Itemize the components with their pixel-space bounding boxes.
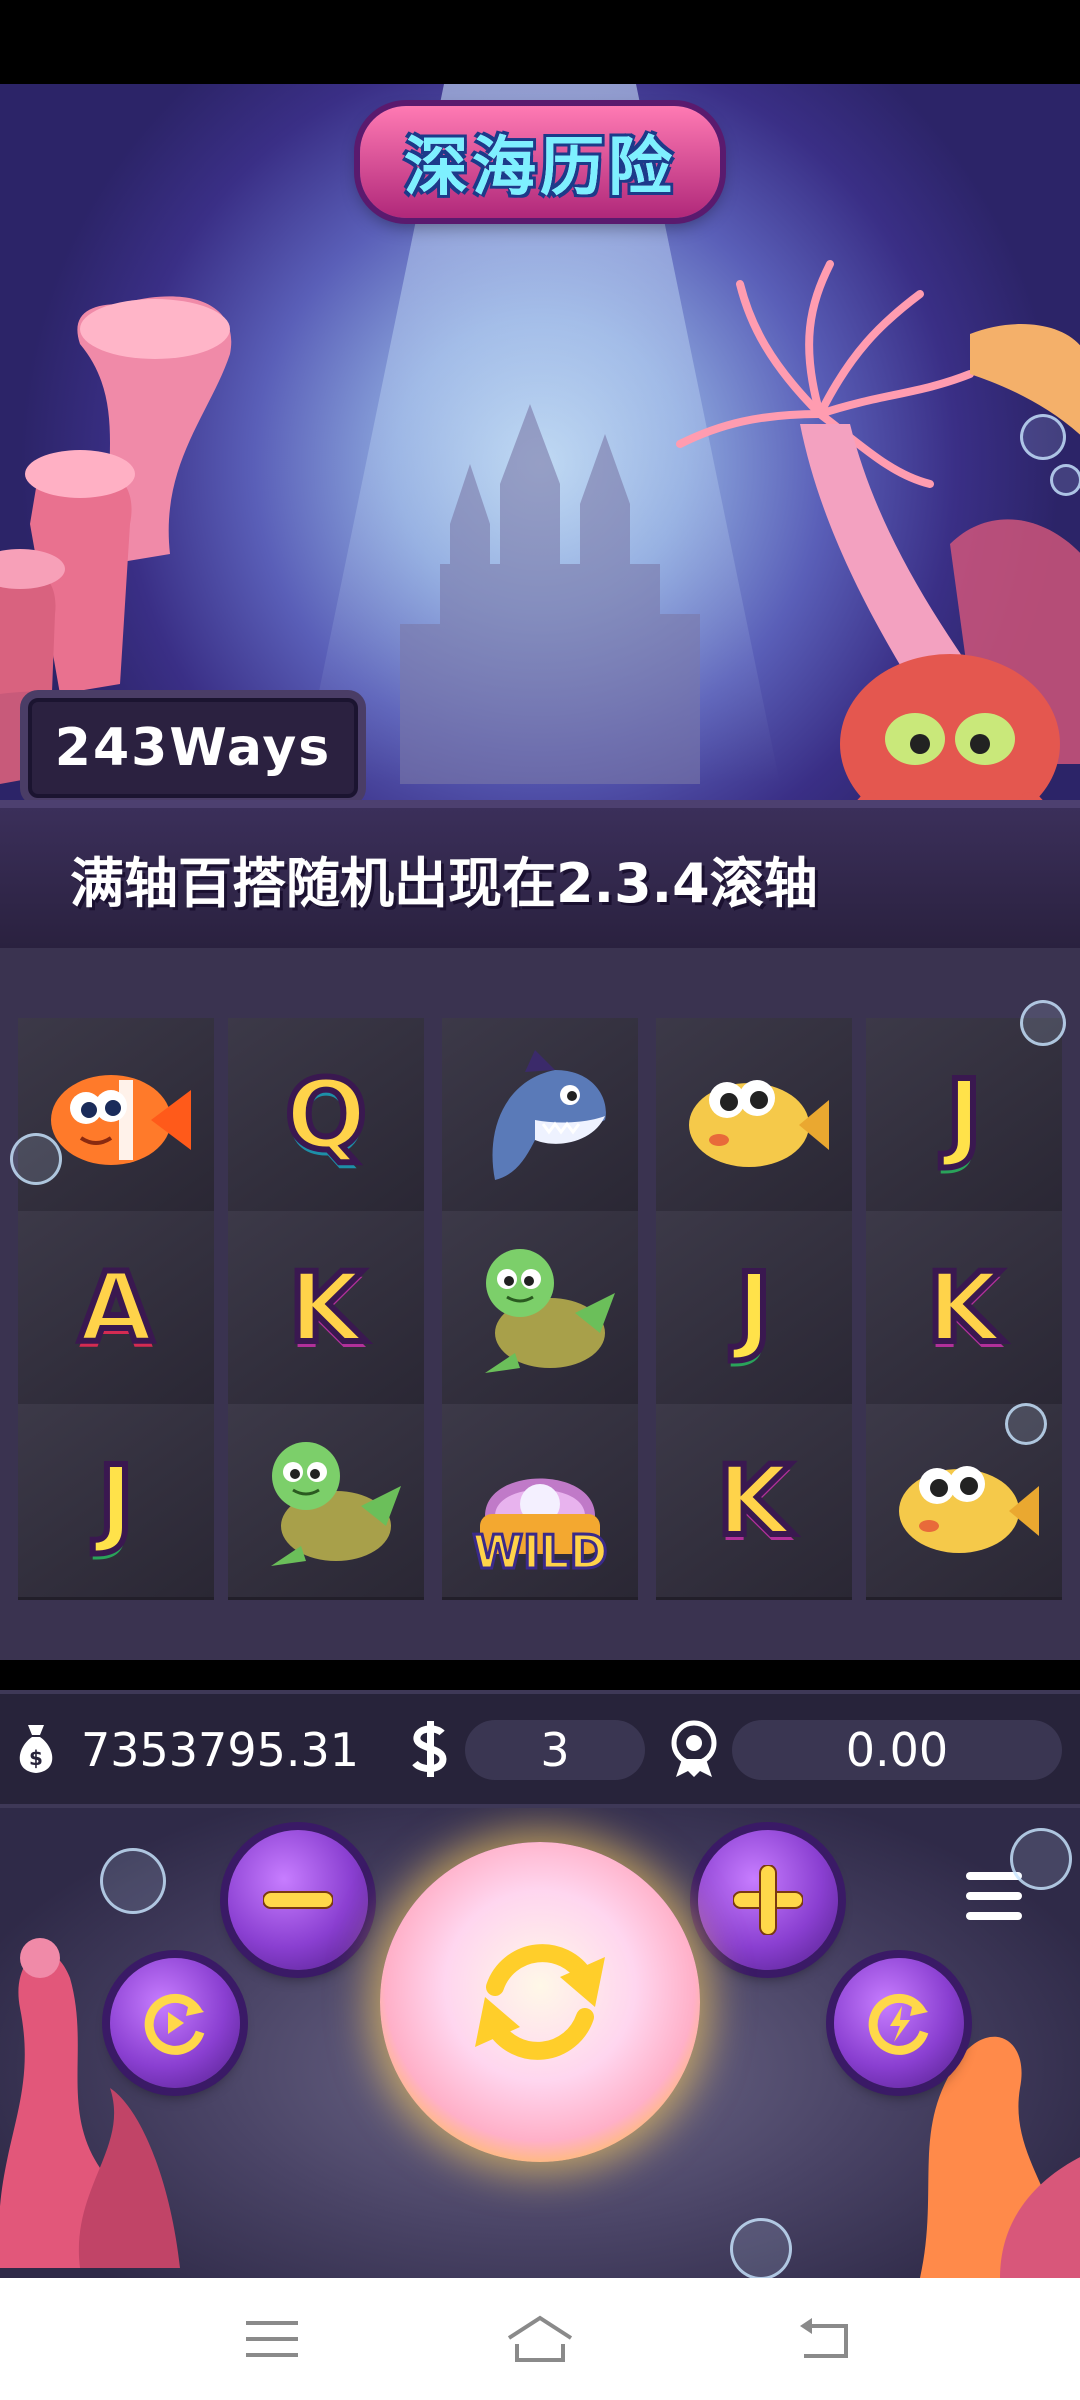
bubble bbox=[1010, 1828, 1072, 1890]
pufferfish-icon bbox=[899, 1465, 1039, 1553]
feature-banner: 满轴百搭随机出现在2.3.4滚轴 bbox=[0, 800, 1080, 956]
symbol-j: J bbox=[943, 1056, 985, 1174]
spin-arrows-icon bbox=[475, 1944, 605, 2060]
spin-button[interactable] bbox=[380, 1842, 700, 2162]
turbo-spin-button[interactable] bbox=[834, 1958, 964, 2088]
reel-cell bbox=[442, 1018, 638, 1214]
status-bar bbox=[0, 0, 1080, 84]
reel-4: J K bbox=[656, 1018, 852, 1600]
auto-spin-button[interactable] bbox=[110, 1958, 240, 2088]
system-navigation-bar bbox=[0, 2278, 1080, 2400]
home-button[interactable] bbox=[500, 2308, 580, 2370]
plus-icon bbox=[733, 1865, 803, 1935]
control-panel bbox=[0, 1808, 1080, 2278]
bubble bbox=[10, 1133, 62, 1185]
reel-cell: J bbox=[656, 1211, 852, 1407]
turtle-icon bbox=[485, 1248, 615, 1373]
back-arrow-icon bbox=[800, 2318, 848, 2358]
reel-3: WILD bbox=[442, 1018, 638, 1600]
symbol-k: K bbox=[714, 1442, 794, 1560]
symbol-j: J bbox=[95, 1442, 137, 1560]
win-value: 0.00 bbox=[732, 1720, 1062, 1780]
bubble bbox=[100, 1848, 166, 1914]
reel-cell bbox=[228, 1404, 424, 1600]
reel-5: J K bbox=[866, 1018, 1062, 1600]
home-icon bbox=[507, 2315, 573, 2362]
balance-bag-icon: $ bbox=[6, 1716, 66, 1782]
increase-bet-button[interactable] bbox=[698, 1830, 838, 1970]
bubble bbox=[730, 2218, 792, 2278]
symbol-j: J bbox=[733, 1249, 775, 1367]
reel-cell: WILD bbox=[442, 1404, 638, 1600]
reel-cell bbox=[18, 1018, 214, 1214]
symbol-k: K bbox=[286, 1249, 366, 1367]
turtle-icon bbox=[271, 1441, 401, 1566]
reel-cell bbox=[442, 1211, 638, 1407]
recent-apps-button[interactable] bbox=[232, 2308, 312, 2370]
wild-label: WILD bbox=[471, 1524, 609, 1581]
balance-value: 7353795.31 bbox=[80, 1723, 360, 1777]
game-title: 深海历险 bbox=[404, 131, 676, 205]
info-bar: $ 7353795.31 3 0.00 bbox=[0, 1690, 1080, 1808]
bubble bbox=[1005, 1403, 1047, 1445]
symbol-k: K bbox=[924, 1249, 1004, 1367]
bet-dollar-icon bbox=[400, 1716, 460, 1782]
shark-icon bbox=[492, 1049, 606, 1180]
reel-1: A J bbox=[18, 1018, 214, 1600]
bet-value[interactable]: 3 bbox=[465, 1720, 645, 1780]
reel-cell bbox=[656, 1018, 852, 1214]
ways-sign: 243Ways bbox=[20, 690, 366, 806]
bubble bbox=[1020, 1000, 1066, 1046]
turbo-icon bbox=[868, 1993, 929, 2055]
pufferfish-icon bbox=[689, 1079, 829, 1167]
win-medal-icon bbox=[664, 1716, 724, 1782]
ways-label: 243Ways bbox=[54, 718, 332, 778]
symbol-q: Q bbox=[282, 1056, 370, 1174]
reel-cell: K bbox=[866, 1211, 1062, 1407]
menu-lines-icon bbox=[246, 2321, 298, 2357]
clownfish-icon bbox=[51, 1074, 191, 1165]
reel-cell: A bbox=[18, 1211, 214, 1407]
symbol-a: A bbox=[76, 1249, 156, 1367]
reel-cell: Q bbox=[228, 1018, 424, 1214]
auto-play-icon bbox=[144, 1993, 205, 2055]
reel-cell: K bbox=[656, 1404, 852, 1600]
reel-2: Q K bbox=[228, 1018, 424, 1600]
bubble bbox=[1020, 414, 1066, 460]
game-title-logo: 深海历险 bbox=[360, 92, 720, 232]
bubble bbox=[1050, 464, 1080, 496]
decrease-bet-button[interactable] bbox=[228, 1830, 368, 1970]
reel-grid: A J Q K WILD J K J K bbox=[0, 948, 1080, 1660]
reel-cell: J bbox=[866, 1018, 1062, 1214]
minus-icon bbox=[263, 1891, 333, 1909]
reel-cell: J bbox=[18, 1404, 214, 1600]
svg-text:$: $ bbox=[29, 1746, 43, 1770]
reel-cell: K bbox=[228, 1211, 424, 1407]
back-button[interactable] bbox=[784, 2308, 864, 2370]
feature-banner-text: 满轴百搭随机出现在2.3.4滚轴 bbox=[70, 851, 818, 915]
